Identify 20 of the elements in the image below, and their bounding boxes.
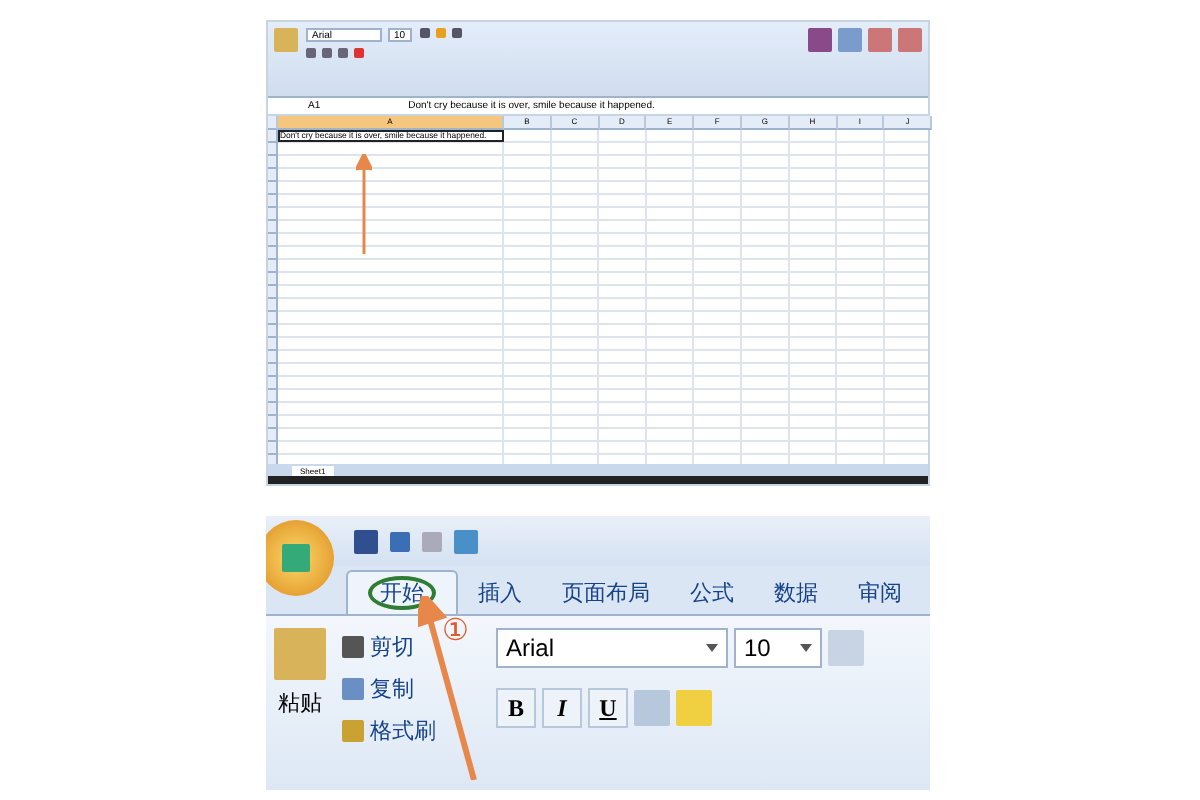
format-button[interactable]: U (588, 688, 628, 728)
arrow-icon (356, 154, 372, 254)
ribbon-tab[interactable]: 页面布局 (542, 570, 670, 614)
clipboard-button[interactable]: 复制 (342, 670, 436, 706)
step-number: ① (442, 612, 468, 648)
clipboard-button[interactable]: 格式刷 (342, 712, 436, 748)
format-button[interactable]: B (496, 688, 536, 728)
font-field[interactable]: Arial (496, 628, 728, 668)
ribbon-tab[interactable]: 数据 (754, 570, 838, 614)
select-all-corner[interactable] (268, 116, 278, 130)
caret-icon[interactable] (800, 644, 812, 652)
clipboard-button[interactable]: 剪切 (342, 628, 436, 664)
caret-icon[interactable] (706, 644, 718, 652)
office-button[interactable] (266, 520, 334, 596)
font-size-field[interactable]: 10 (734, 628, 822, 668)
paste-button[interactable]: 粘贴 (274, 628, 326, 778)
ribbon-tab[interactable]: 公式 (670, 570, 754, 614)
format-button[interactable]: I (542, 688, 582, 728)
ribbon-tab[interactable]: 审阅 (838, 570, 922, 614)
ribbon-tab[interactable]: 插入 (458, 570, 542, 614)
